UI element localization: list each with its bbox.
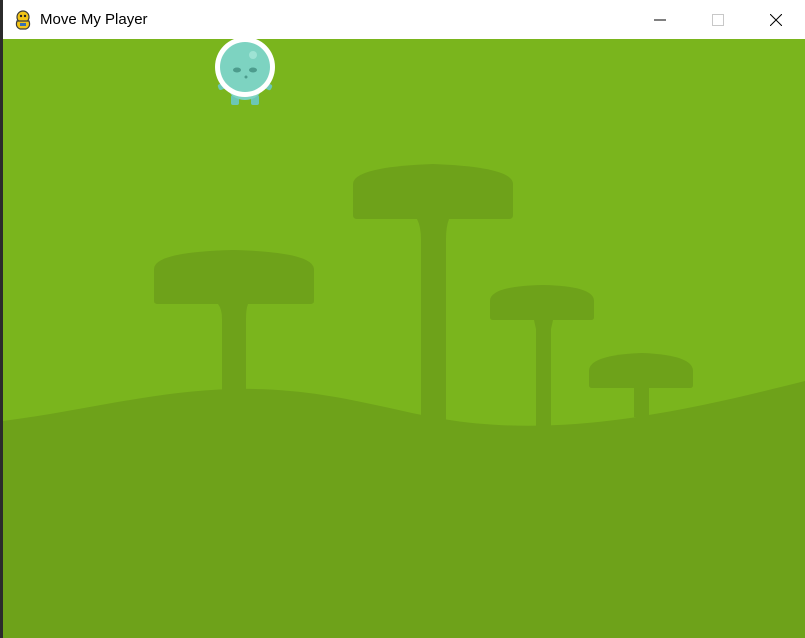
close-icon (770, 13, 782, 26)
alien-eye-left (233, 67, 241, 73)
close-button[interactable] (747, 0, 805, 39)
alien-head (220, 42, 270, 92)
title-bar[interactable]: Move My Player (3, 0, 805, 39)
window-controls (631, 0, 805, 39)
minimize-button[interactable] (631, 0, 689, 39)
ground-hill (3, 381, 805, 638)
game-window: Move My Player (3, 0, 805, 638)
alien-eye-right (249, 67, 257, 73)
window-title: Move My Player (40, 11, 148, 28)
maximize-button[interactable] (689, 0, 747, 39)
game-canvas[interactable] (3, 39, 805, 638)
pygame-snake-icon (15, 9, 31, 30)
desktop-edge (0, 0, 3, 638)
maximize-icon (712, 13, 724, 26)
helmet-shine (249, 51, 257, 59)
alien-mouth (244, 75, 248, 79)
minimize-icon (654, 19, 666, 20)
